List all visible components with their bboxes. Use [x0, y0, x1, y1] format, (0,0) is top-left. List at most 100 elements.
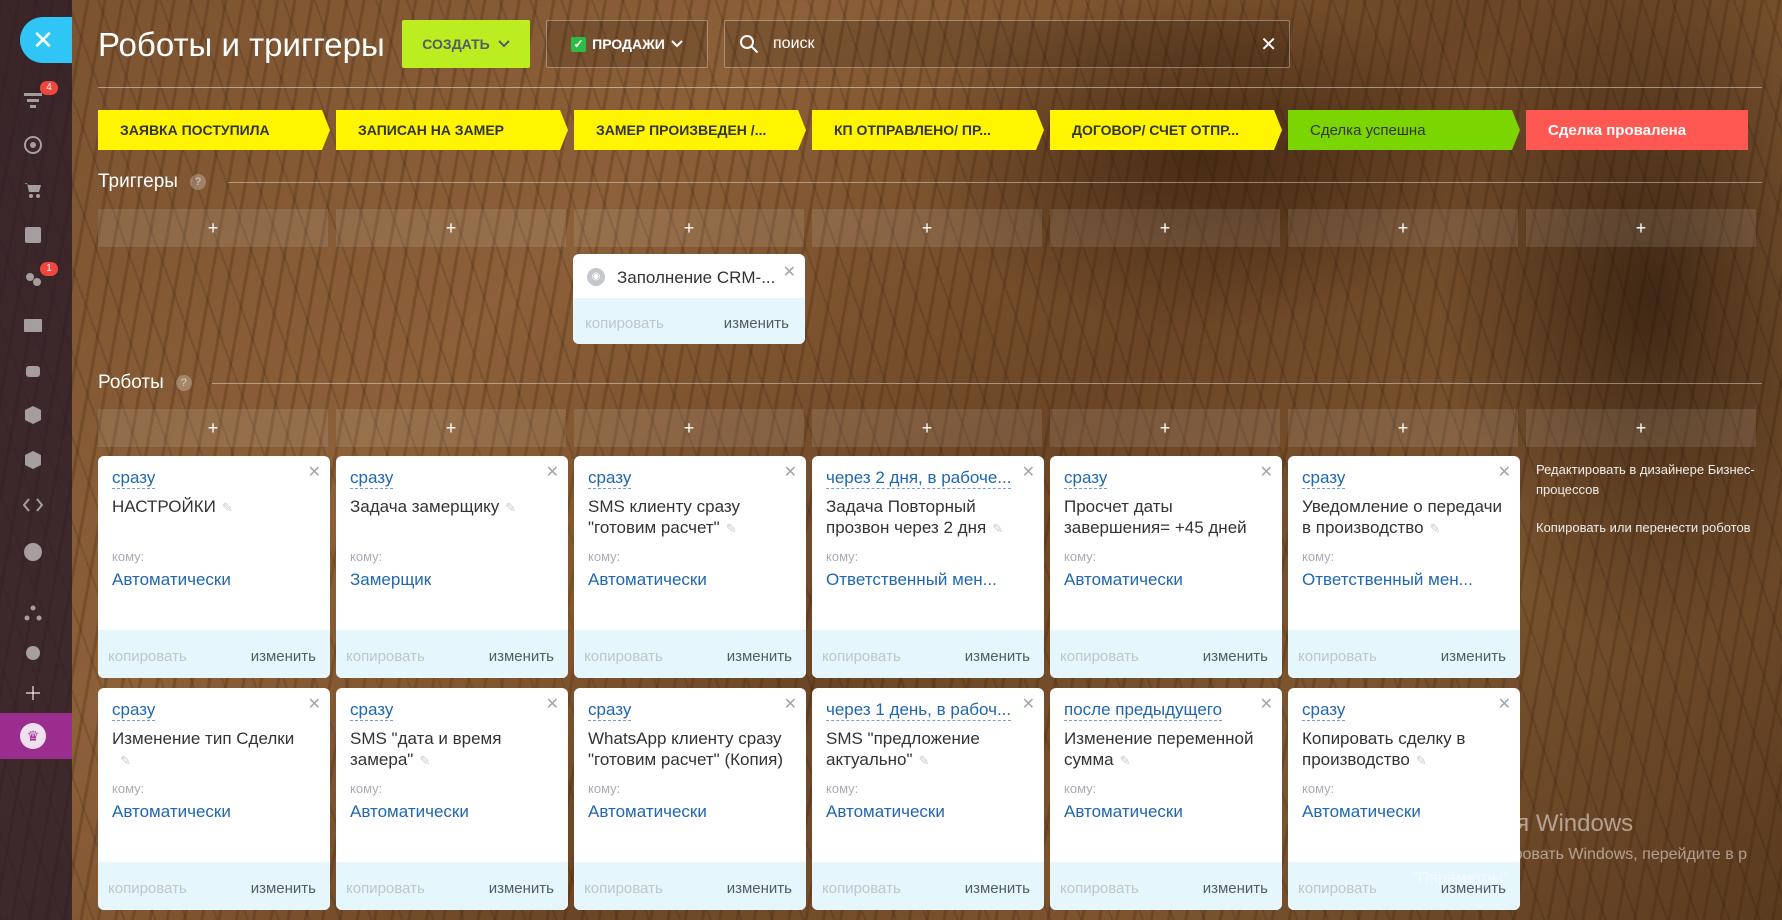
help-icon[interactable]: ? — [175, 375, 192, 391]
robot-responsible[interactable]: Автоматически — [1064, 802, 1183, 822]
copy-link[interactable]: копировать — [1060, 880, 1139, 897]
copy-link[interactable]: копировать — [346, 648, 425, 665]
add-robot-5[interactable]: + — [1288, 409, 1518, 447]
edit-link[interactable]: изменить — [251, 880, 316, 897]
copy-link[interactable]: копировать — [822, 648, 901, 665]
stage-2[interactable]: ЗАМЕР ПРОИЗВЕДЕН /... — [574, 110, 806, 150]
robot-delay[interactable]: сразу — [588, 700, 632, 721]
stage-1[interactable]: ЗАПИСАН НА ЗАМЕР — [336, 110, 568, 150]
close-icon[interactable]: ✕ — [1260, 694, 1273, 714]
pipeline-selector[interactable]: ✓ ПРОДАЖИ — [546, 20, 708, 68]
stage-5[interactable]: Сделка успешна — [1288, 110, 1520, 150]
edit-link[interactable]: изменить — [724, 315, 789, 332]
robot-delay[interactable]: после предыдущего — [1064, 700, 1223, 721]
edit-link[interactable]: изменить — [251, 648, 316, 665]
add-robot-6[interactable]: + — [1526, 409, 1756, 447]
tasks-icon[interactable] — [22, 224, 44, 246]
stage-0[interactable]: ЗАЯВКА ПОСТУПИЛА — [98, 110, 330, 150]
close-icon[interactable]: ✕ — [1498, 694, 1511, 714]
chevron-down-circle-icon[interactable] — [22, 541, 44, 563]
copy-link[interactable]: копировать — [108, 648, 187, 665]
edit-link[interactable]: изменить — [489, 880, 554, 897]
close-icon[interactable]: ✕ — [1260, 462, 1273, 482]
robot-delay[interactable]: через 2 дня, в рабоче... — [826, 468, 1012, 489]
structure-icon[interactable] — [22, 602, 44, 624]
close-icon[interactable]: ✕ — [546, 694, 559, 714]
add-trigger-5[interactable]: + — [1288, 209, 1518, 247]
edit-link[interactable]: изменить — [965, 880, 1030, 897]
edit-link[interactable]: изменить — [965, 648, 1030, 665]
robot-delay[interactable]: сразу — [112, 700, 156, 721]
close-icon[interactable]: ✕ — [784, 694, 797, 714]
add-trigger-4[interactable]: + — [1050, 209, 1280, 247]
robot-delay[interactable]: сразу — [1064, 468, 1108, 489]
add-robot-3[interactable]: + — [812, 409, 1042, 447]
robot-responsible[interactable]: Автоматически — [350, 802, 469, 822]
add-robot-2[interactable]: + — [574, 409, 804, 447]
close-icon[interactable]: ✕ — [1022, 694, 1035, 714]
robot-responsible[interactable]: Замерщик — [350, 570, 431, 590]
target-icon[interactable] — [22, 134, 44, 156]
robot-responsible[interactable]: Автоматически — [1064, 570, 1183, 590]
help-icon[interactable]: ? — [189, 174, 206, 190]
cube-icon[interactable] — [22, 449, 44, 471]
robot-responsible[interactable]: Автоматически — [112, 570, 231, 590]
edit-link[interactable]: изменить — [727, 880, 792, 897]
copy-move-robots-link[interactable]: Копировать или перенести роботов — [1536, 518, 1756, 538]
robot-responsible[interactable]: Автоматически — [588, 570, 707, 590]
crown-button[interactable]: ♛ — [0, 713, 72, 759]
robot-responsible[interactable]: Автоматически — [112, 802, 231, 822]
copy-link[interactable]: копировать — [1298, 648, 1377, 665]
close-icon[interactable]: ✕ — [546, 462, 559, 482]
edit-in-designer-link[interactable]: Редактировать в дизайнере Бизнес-процесс… — [1536, 460, 1756, 500]
close-icon[interactable]: ✕ — [1022, 462, 1035, 482]
plus-icon[interactable] — [22, 682, 44, 704]
copy-link[interactable]: копировать — [1298, 880, 1377, 897]
add-trigger-3[interactable]: + — [812, 209, 1042, 247]
copy-link[interactable]: копировать — [1060, 648, 1139, 665]
copy-link[interactable]: копировать — [822, 880, 901, 897]
edit-link[interactable]: изменить — [727, 648, 792, 665]
copy-link[interactable]: копировать — [584, 880, 663, 897]
close-icon[interactable]: ✕ — [308, 462, 321, 482]
robot-responsible[interactable]: Автоматически — [826, 802, 945, 822]
robot-responsible[interactable]: Автоматически — [588, 802, 707, 822]
code-icon[interactable] — [22, 494, 44, 516]
copy-link[interactable]: копировать — [584, 648, 663, 665]
box-icon[interactable] — [22, 404, 44, 426]
robot-delay[interactable]: через 1 день, в рабоч... — [826, 700, 1012, 721]
add-trigger-0[interactable]: + — [98, 209, 328, 247]
robot-responsible[interactable]: Ответственный мен... — [826, 570, 997, 590]
edit-link[interactable]: изменить — [1441, 648, 1506, 665]
add-trigger-1[interactable]: + — [336, 209, 566, 247]
close-icon[interactable]: ✕ — [308, 694, 321, 714]
robot-responsible[interactable]: Автоматически — [1302, 802, 1421, 822]
stage-3[interactable]: КП ОТПРАВЛЕНО/ ПР... — [812, 110, 1044, 150]
create-button[interactable]: СОЗДАТЬ — [402, 20, 530, 68]
edit-link[interactable]: изменить — [1203, 880, 1268, 897]
close-slider-button[interactable]: ✕ — [20, 17, 72, 63]
close-icon[interactable]: ✕ — [1498, 462, 1511, 482]
copy-link[interactable]: копировать — [346, 880, 425, 897]
robot-delay[interactable]: сразу — [112, 468, 156, 489]
close-icon[interactable]: ✕ — [784, 462, 797, 482]
add-robot-4[interactable]: + — [1050, 409, 1280, 447]
add-robot-1[interactable]: + — [336, 409, 566, 447]
edit-link[interactable]: изменить — [1203, 648, 1268, 665]
add-trigger-2[interactable]: + — [574, 209, 804, 247]
gear-icon[interactable] — [22, 642, 44, 664]
stage-4[interactable]: ДОГОВОР/ СЧЕТ ОТПР... — [1050, 110, 1282, 150]
close-icon[interactable]: ✕ — [783, 262, 796, 282]
robot-delay[interactable]: сразу — [588, 468, 632, 489]
clear-search-icon[interactable]: ✕ — [1260, 32, 1277, 57]
edit-link[interactable]: изменить — [489, 648, 554, 665]
robot-delay[interactable]: сразу — [1302, 468, 1346, 489]
stage-6[interactable]: Сделка провалена — [1526, 110, 1748, 150]
robot-icon[interactable] — [22, 359, 44, 381]
cart-icon[interactable] — [22, 179, 44, 201]
robot-responsible[interactable]: Ответственный мен... — [1302, 570, 1473, 590]
robot-delay[interactable]: сразу — [350, 700, 394, 721]
copy-link[interactable]: копировать — [585, 315, 664, 332]
robot-delay[interactable]: сразу — [350, 468, 394, 489]
robot-delay[interactable]: сразу — [1302, 700, 1346, 721]
